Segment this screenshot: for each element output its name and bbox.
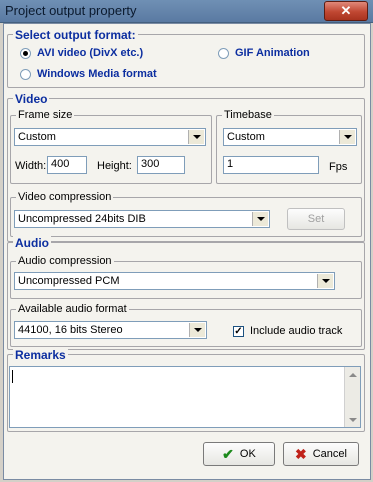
width-input[interactable]: 400 xyxy=(47,156,87,174)
height-input[interactable]: 300 xyxy=(137,156,185,174)
radio-dot-avi[interactable] xyxy=(20,47,31,59)
checkbox-check-icon[interactable]: ✓ xyxy=(233,325,244,337)
remarks-legend: Remarks xyxy=(13,348,68,362)
include-audio-checkbox[interactable]: ✓ Include audio track xyxy=(233,325,342,337)
output-format-group: Select output format: AVI video (DivX et… xyxy=(7,28,365,88)
fps-unit-label: Fps xyxy=(329,161,348,173)
cancel-button[interactable]: ✖ Cancel xyxy=(283,442,359,466)
window-title: Project output property xyxy=(5,3,137,18)
radio-gif-animation[interactable]: GIF Animation xyxy=(218,47,310,59)
scroll-down-icon[interactable] xyxy=(345,412,360,427)
video-legend: Video xyxy=(13,92,50,106)
radio-label-wmv: Windows Media format xyxy=(37,68,157,80)
audio-compression-select[interactable]: Uncompressed PCM xyxy=(14,272,335,290)
audio-legend: Audio xyxy=(13,236,51,250)
timebase-value: Custom xyxy=(227,131,265,143)
timebase-group: Timebase Custom 1 Fps xyxy=(216,109,362,184)
radio-dot-wmv[interactable] xyxy=(20,68,31,80)
frame-size-group: Frame size Custom Width: 400 Height: 300 xyxy=(10,109,212,184)
scroll-up-icon[interactable] xyxy=(345,367,360,382)
audio-group: Audio Audio compression Uncompressed PCM… xyxy=(7,236,365,350)
ok-button[interactable]: ✔ OK xyxy=(203,442,275,466)
check-icon: ✔ xyxy=(222,445,234,462)
dialog-client-area: Select output format: AVI video (DivX et… xyxy=(3,23,371,480)
title-bar[interactable]: Project output property ✕ xyxy=(0,0,373,23)
video-compression-value: Uncompressed 24bits DIB xyxy=(18,213,146,225)
frame-size-select[interactable]: Custom xyxy=(14,128,206,146)
video-compression-legend: Video compression xyxy=(16,191,114,203)
remarks-textarea[interactable] xyxy=(9,366,361,428)
include-audio-label: Include audio track xyxy=(250,325,343,337)
frame-size-value: Custom xyxy=(18,131,56,143)
close-button[interactable]: ✕ xyxy=(324,1,368,21)
frame-size-legend: Frame size xyxy=(16,109,75,121)
audio-compression-value: Uncompressed PCM xyxy=(18,275,120,287)
height-label: Height: xyxy=(97,160,132,172)
audio-format-legend: Available audio format xyxy=(16,303,129,315)
chevron-down-icon[interactable] xyxy=(188,130,204,144)
audio-format-select[interactable]: 44100, 16 bits Stereo xyxy=(14,321,207,339)
ok-label: OK xyxy=(239,448,256,460)
radio-dot-gif[interactable] xyxy=(218,47,229,59)
timebase-select[interactable]: Custom xyxy=(223,128,357,146)
video-group: Video Frame size Custom Width: 400 Heigh… xyxy=(7,92,365,242)
remarks-scrollbar[interactable] xyxy=(344,367,360,427)
close-icon: ✕ xyxy=(340,3,352,18)
timebase-legend: Timebase xyxy=(222,109,274,121)
audio-format-value: 44100, 16 bits Stereo xyxy=(18,324,123,336)
x-icon: ✖ xyxy=(295,445,307,462)
radio-label-avi: AVI video (DivX etc.) xyxy=(37,47,144,59)
audio-format-group: Available audio format 44100, 16 bits St… xyxy=(10,303,362,347)
text-caret xyxy=(12,370,13,383)
radio-avi-video[interactable]: AVI video (DivX etc.) xyxy=(20,47,143,59)
radio-label-gif: GIF Animation xyxy=(235,47,310,59)
chevron-down-icon[interactable] xyxy=(189,323,205,337)
audio-compression-group: Audio compression Uncompressed PCM xyxy=(10,255,362,299)
video-compression-group: Video compression Uncompressed 24bits DI… xyxy=(10,191,362,237)
chevron-down-icon[interactable] xyxy=(339,130,355,144)
radio-windows-media[interactable]: Windows Media format xyxy=(20,68,157,80)
video-compression-select[interactable]: Uncompressed 24bits DIB xyxy=(14,210,270,228)
width-label: Width: xyxy=(15,160,47,172)
cancel-label: Cancel xyxy=(312,448,347,460)
audio-compression-legend: Audio compression xyxy=(16,255,114,267)
chevron-down-icon[interactable] xyxy=(252,212,268,226)
remarks-group: Remarks xyxy=(7,348,365,432)
output-format-legend: Select output format: xyxy=(13,28,138,42)
fps-input[interactable]: 1 xyxy=(223,156,319,174)
chevron-down-icon[interactable] xyxy=(317,274,333,288)
set-button[interactable]: Set xyxy=(287,208,345,230)
